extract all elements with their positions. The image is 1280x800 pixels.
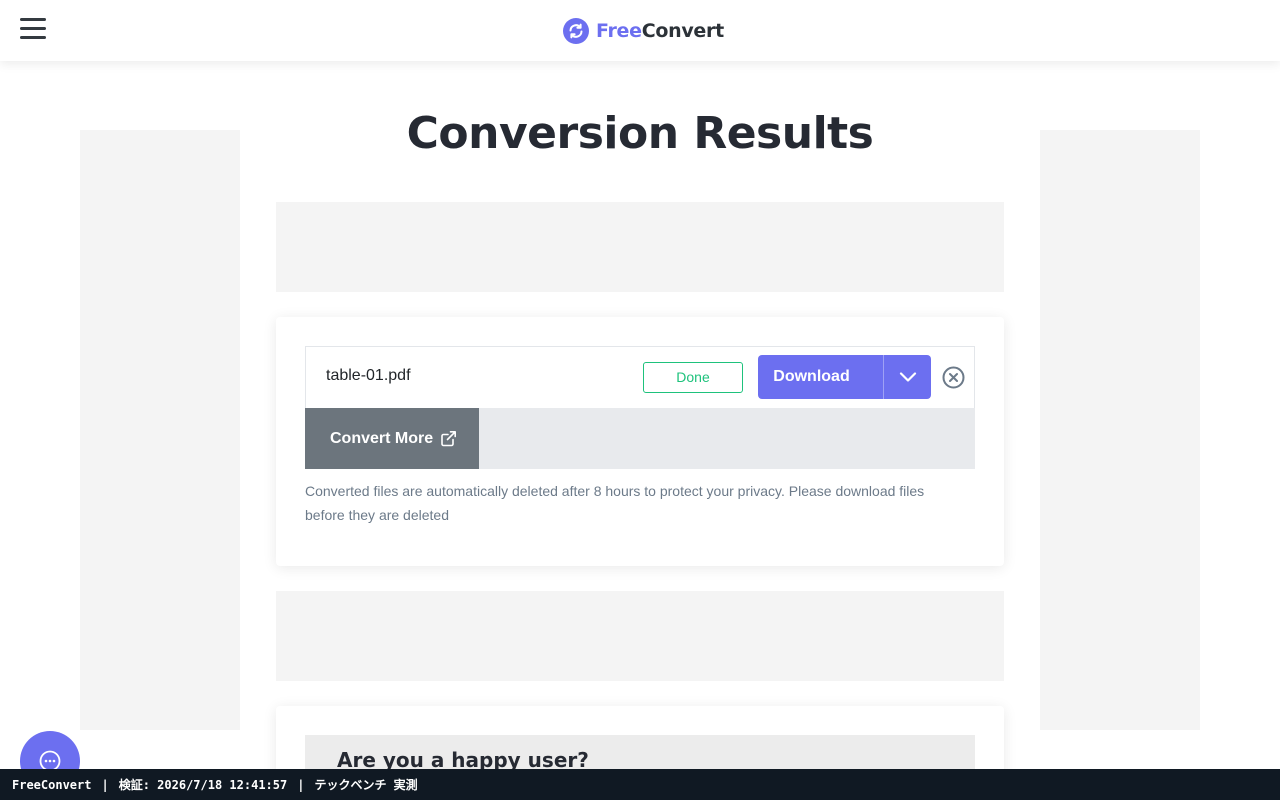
auto-delete-notice: Converted files are automatically delete… [305,483,925,523]
download-options-button[interactable] [883,355,931,399]
footer-app-name: FreeConvert [12,777,92,792]
site-header: FreeConvert [0,0,1280,61]
hamburger-icon-bar-bottom [20,36,46,39]
footer-credit: テックベンチ 実測 [314,778,418,792]
external-link-icon [441,431,457,447]
convert-more-label: Convert More [330,429,434,447]
verification-footer-bar: FreeConvert | 検証: 2026/7/18 12:41:57 | テ… [0,769,1280,800]
left-ad-placeholder [80,130,240,730]
footer-separator: | [101,777,109,792]
file-result-row: table-01.pdf Done Download [305,346,975,408]
footer-separator: | [297,777,305,792]
convert-more-row: Convert More [305,408,975,469]
logo-text: FreeConvert [596,20,724,42]
middle-banner-ad-placeholder [276,591,1004,681]
remove-file-button[interactable] [942,366,965,389]
status-badge: Done [643,362,743,393]
footer-verified-timestamp: 検証: 2026/7/18 12:41:57 [118,778,288,792]
convert-more-button[interactable]: Convert More [305,408,479,469]
hamburger-icon-bar-middle [20,27,46,30]
right-ad-placeholder [1040,130,1200,730]
conversion-result-card: table-01.pdf Done Download Convert More … [276,317,1004,566]
download-button[interactable]: Download [758,355,883,399]
file-name: table-01.pdf [326,367,411,384]
logo-refresh-icon [563,18,589,44]
hamburger-menu-button[interactable] [20,18,48,44]
logo-text-convert: Convert [641,20,724,42]
page-title: Conversion Results [406,108,874,159]
top-banner-ad-placeholder [276,202,1004,292]
hamburger-icon-bar-top [20,18,46,21]
chevron-down-icon [899,372,916,382]
logo-text-free: Free [596,20,642,42]
download-button-group: Download [758,355,931,399]
site-logo[interactable]: FreeConvert [563,17,724,45]
